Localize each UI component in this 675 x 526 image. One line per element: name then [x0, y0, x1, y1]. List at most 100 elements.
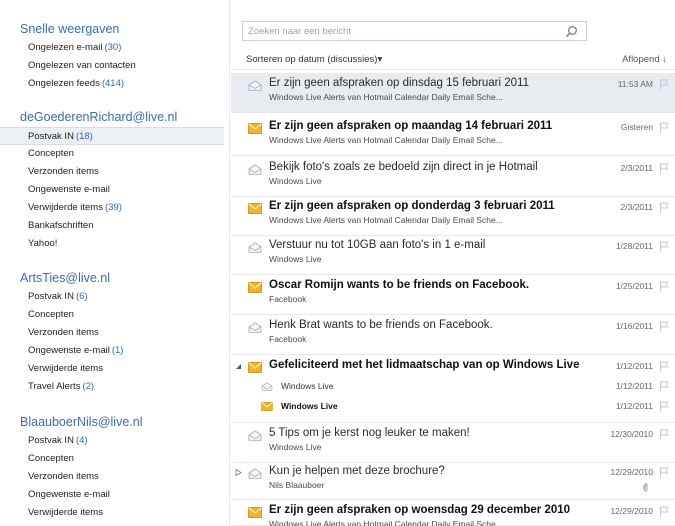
nav-section-header[interactable]: deGoederenRichard@live.nl [0, 107, 229, 127]
folder-label: Verwijderde items [28, 202, 103, 213]
flag-icon[interactable] [659, 361, 669, 372]
conversation-message[interactable]: Windows Live 1/12/2011 [231, 377, 675, 397]
folder-label: Yahoo! [28, 238, 58, 249]
navigation-pane: Snelle weergaven Ongelezen e-mail (30) Onge… [0, 0, 230, 526]
folder-item[interactable]: Postvak IN (18) [0, 127, 224, 145]
folder-label: Verzonden items [28, 166, 99, 177]
flag-icon[interactable] [659, 163, 669, 174]
folder-label: Concepten [28, 148, 74, 159]
message-row[interactable]: Kun je helpen met deze brochure? Nils Bla… [231, 461, 675, 500]
message-row[interactable]: Er zijn geen afspraken op donderdag 3 fe… [231, 196, 675, 236]
search-input[interactable]: Zoeken naar een bericht [248, 26, 351, 37]
flag-icon[interactable] [659, 281, 669, 292]
message-row[interactable]: Er zijn geen afspraken op dinsdag 15 feb… [231, 73, 675, 113]
nav-section: ArtsTies@live.nl Postvak IN (6) Concepten Ve… [0, 268, 229, 396]
message-row[interactable]: Henk Brat wants to be friends on Faceboo… [231, 315, 675, 355]
folder-item[interactable]: Ongelezen van contacten [0, 57, 229, 75]
message-date: 1/12/2011 [615, 401, 653, 411]
message-row[interactable]: Er zijn geen afspraken op maandag 14 feb… [231, 116, 675, 156]
envelope-unread-icon [261, 402, 273, 411]
folder-label: Ongewenste e-mail [28, 184, 110, 195]
message-row[interactable]: Bekijk foto's zoals ze bedoeld zijn dire… [231, 157, 675, 197]
unread-count: (6) [75, 291, 88, 302]
envelope-read-icon [248, 80, 262, 91]
message-subject: 5 Tips om je kerst nog leuker te maken! [269, 427, 470, 439]
message-subject: Oscar Romijn wants to be friends on Face… [269, 279, 530, 291]
flag-icon[interactable] [659, 429, 669, 440]
envelope-read-icon [261, 382, 273, 391]
flag-icon[interactable] [659, 321, 669, 332]
folder-label: Concepten [28, 453, 74, 464]
message-row[interactable]: Er zijn geen afspraken op woensdag 29 de… [231, 500, 675, 526]
folder-label: Travel Alerts [28, 381, 81, 392]
nav-section-header[interactable]: BlaauboerNils@live.nl [0, 412, 229, 432]
message-row[interactable]: 5 Tips om je kerst nog leuker te maken! W… [231, 423, 675, 463]
message-date: Gisteren [620, 122, 653, 132]
unread-count: (414) [101, 78, 125, 89]
folder-item[interactable]: Bankafschriften [0, 217, 229, 235]
unread-count: (4) [75, 435, 88, 446]
folder-label: Verzonden items [28, 327, 99, 338]
envelope-unread-icon [248, 123, 262, 134]
message-subject: Kun je helpen met deze brochure? [269, 465, 445, 477]
flag-icon[interactable] [659, 202, 669, 213]
flag-icon[interactable] [659, 467, 669, 478]
folder-item[interactable]: Postvak IN (4) [0, 432, 229, 450]
flag-icon[interactable] [659, 506, 669, 517]
folder-item[interactable]: Verzonden items [0, 324, 229, 342]
flag-icon[interactable] [659, 79, 669, 90]
message-sender: Windows Live [269, 176, 322, 186]
folder-item[interactable]: Concepten [0, 145, 229, 163]
folder-item[interactable]: Verzonden items [0, 163, 229, 181]
folder-item[interactable]: Verwijderde items [0, 504, 229, 522]
folder-item[interactable]: Yahoo! [0, 235, 229, 253]
sort-dropdown[interactable]: Sorteren op datum (discussies)▾ [246, 54, 382, 65]
message-date: 1/28/2011 [615, 241, 653, 251]
folder-item[interactable]: Ongewenste e-mail [0, 486, 229, 504]
folder-item[interactable]: Ongewenste e-mail [0, 181, 229, 199]
message-date: 12/29/2010 [610, 506, 653, 516]
nav-section-header[interactable]: ArtsTies@live.nl [0, 268, 229, 288]
folder-item[interactable]: Verzonden items [0, 468, 229, 486]
message-row[interactable]: Gefeliciteerd met het lidmaatschap van o… [231, 355, 675, 423]
message-date: 12/30/2010 [610, 429, 653, 439]
folder-item[interactable]: Ongewenste e-mail (1) [0, 342, 229, 360]
sort-order-toggle[interactable]: Aflopend ↓ [622, 54, 667, 65]
folder-item[interactable]: Concepten [0, 450, 229, 468]
message-sender: Windows Live [281, 381, 334, 391]
envelope-unread-icon [248, 362, 262, 373]
message-sender: Facebook [269, 334, 307, 344]
collapse-arrow-icon[interactable] [235, 363, 242, 370]
message-date: 12/29/2010 [610, 467, 653, 477]
folder-item[interactable]: Verwijderde items [0, 360, 229, 378]
message-row[interactable]: Oscar Romijn wants to be friends on Face… [231, 275, 675, 315]
message-sender: Facebook [269, 294, 307, 304]
search-box[interactable]: Zoeken naar een bericht [242, 21, 587, 41]
chevron-down-icon: ▾ [377, 54, 383, 65]
folder-item[interactable]: Ongelezen e-mail (30) [0, 39, 229, 57]
folder-label: Postvak IN [28, 435, 74, 446]
message-row[interactable]: Verstuur nu tot 10GB aan foto's in 1 e-m… [231, 235, 675, 275]
folder-label: Bankafschriften [28, 220, 94, 231]
flag-icon[interactable] [659, 241, 669, 252]
folder-item[interactable]: Postvak IN (6) [0, 288, 229, 306]
expand-arrow-icon[interactable] [235, 469, 242, 476]
unread-count: (18) [75, 131, 93, 142]
envelope-unread-icon [248, 507, 262, 518]
flag-icon[interactable] [659, 381, 669, 392]
unread-count: (39) [104, 202, 122, 213]
conversation-message[interactable]: Windows Live 1/12/2011 [231, 397, 675, 417]
nav-section-header[interactable]: Snelle weergaven [0, 19, 229, 39]
folder-item[interactable]: Ongelezen feeds (414) [0, 75, 229, 93]
flag-icon[interactable] [659, 122, 669, 133]
flag-icon[interactable] [659, 401, 669, 412]
folder-label: Ongelezen feeds [28, 78, 100, 89]
message-subject: Er zijn geen afspraken op maandag 14 feb… [269, 120, 553, 132]
folder-item[interactable]: Concepten [0, 306, 229, 324]
folder-item[interactable]: Verwijderde items (39) [0, 199, 229, 217]
search-icon[interactable] [565, 25, 578, 38]
folder-item[interactable]: Travel Alerts (2) [0, 378, 229, 396]
sort-bar: Sorteren op datum (discussies)▾ Aflopend… [231, 50, 675, 70]
message-subject: Er zijn geen afspraken op dinsdag 15 feb… [269, 77, 529, 89]
folder-label: Verzonden items [28, 471, 99, 482]
